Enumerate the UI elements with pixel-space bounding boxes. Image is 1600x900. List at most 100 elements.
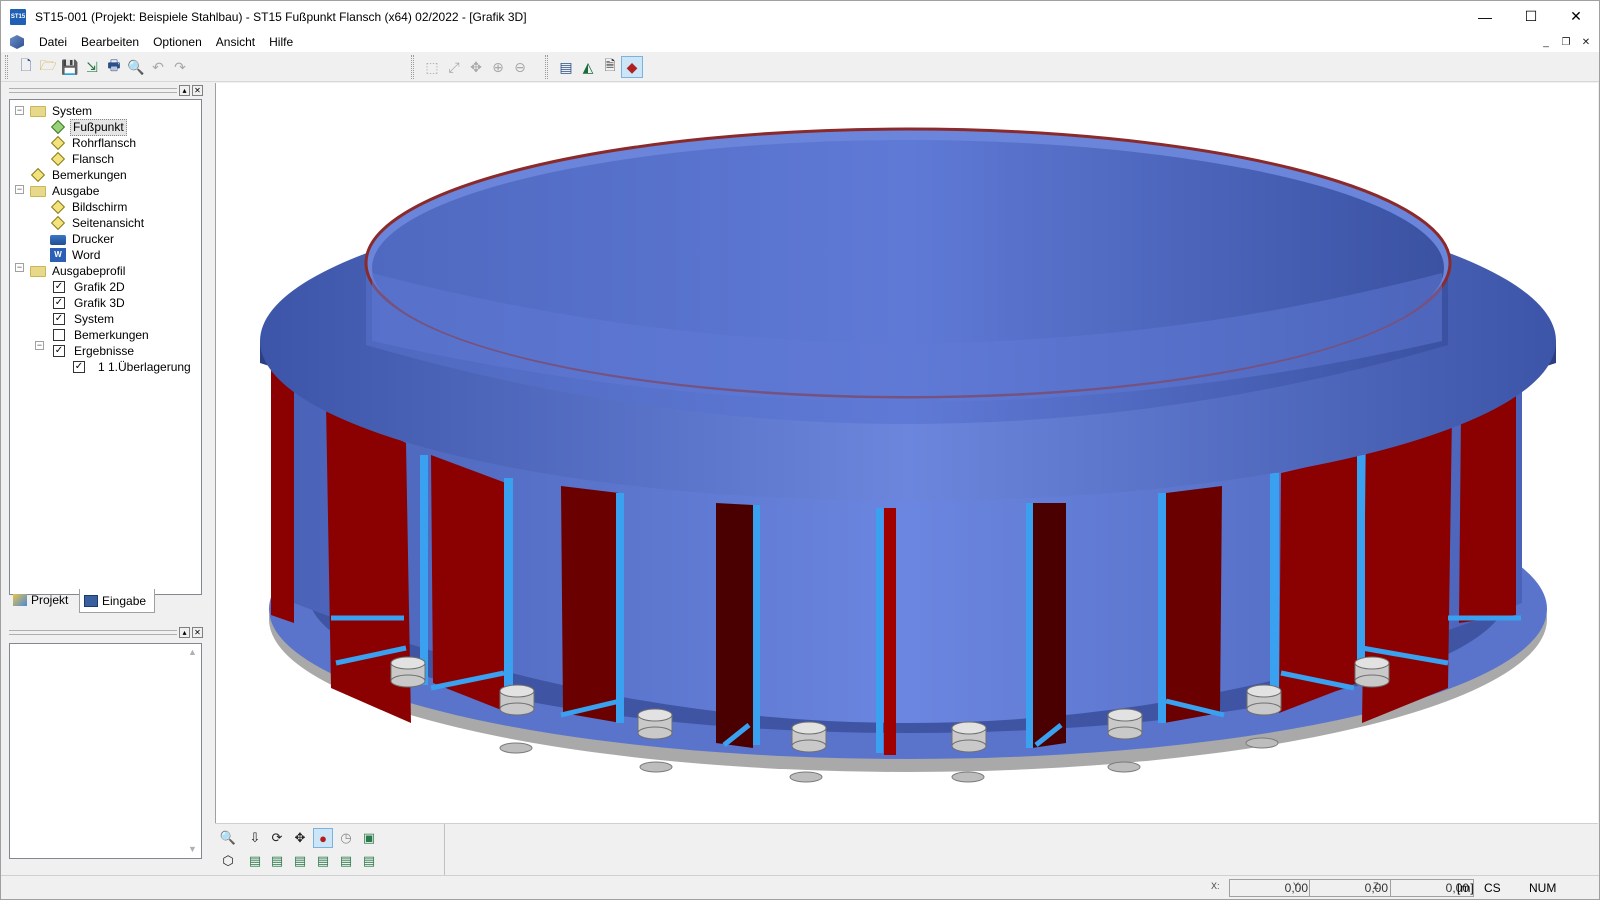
checkbox-system[interactable]: ✓ <box>53 313 65 325</box>
toolbar-grip-2[interactable] <box>411 55 414 79</box>
graphic-3d-viewport[interactable] <box>215 83 1598 823</box>
view-bottom-icon[interactable]: ▤ <box>359 851 379 871</box>
clock-icon[interactable]: ◷ <box>336 828 356 848</box>
menu-bearbeiten[interactable]: Bearbeiten <box>74 32 146 52</box>
tree-item-system-output[interactable]: ✓ System <box>53 311 116 327</box>
input-icon <box>84 594 98 607</box>
redo-icon[interactable]: ↷ <box>169 56 191 78</box>
minimize-button[interactable]: — <box>1462 1 1508 32</box>
mdi-close-button[interactable]: ✕ <box>1577 34 1595 50</box>
status-bar: X: 0,00 Y: 0,00 Z: 0,00 [m] CS NUM <box>1 875 1599 899</box>
pan-icon[interactable]: ✥ <box>465 56 487 78</box>
new-file-icon[interactable]: 🗋 <box>15 56 37 78</box>
tree-item-system[interactable]: System <box>30 103 94 119</box>
view-right-icon[interactable]: ▤ <box>313 851 333 871</box>
diamond-icon <box>50 152 66 166</box>
scroll-down-icon[interactable]: ▼ <box>184 841 201 858</box>
lower-panel-collapse-button[interactable]: ▴ <box>179 627 190 638</box>
project-tree: − − − − System Fußpunkt Rohrflansch Flan… <box>9 99 202 595</box>
expand-system-icon[interactable]: − <box>15 106 24 115</box>
pan-view-icon[interactable]: ✥ <box>290 828 310 848</box>
view-iso-icon[interactable]: ⬡ <box>218 851 238 871</box>
zoom-in-icon[interactable]: ⊕ <box>487 56 509 78</box>
lower-panel-header: ▴ ✕ <box>7 627 206 639</box>
lower-panel-close-button[interactable]: ✕ <box>192 627 203 638</box>
tree-item-ausgabe[interactable]: Ausgabe <box>30 183 101 199</box>
rotate-icon[interactable]: ⟳ <box>267 828 287 848</box>
tree-item-flansch[interactable]: Flansch <box>50 151 116 167</box>
checkbox-bemerkungen[interactable] <box>53 329 65 341</box>
view-left-icon[interactable]: ▤ <box>290 851 310 871</box>
menu-hilfe[interactable]: Hilfe <box>262 32 300 52</box>
tree-item-seitenansicht[interactable]: Seitenansicht <box>50 215 146 231</box>
tree-item-fusspunkt[interactable]: Fußpunkt <box>50 118 127 136</box>
expand-ergebnisse-icon[interactable]: − <box>35 341 44 350</box>
z-coordinate-label: Z: <box>1373 881 1381 891</box>
open-folder-icon[interactable]: 🗁 <box>37 56 59 78</box>
print-icon[interactable]: 🖶 <box>103 56 125 78</box>
undo-icon[interactable]: ↶ <box>147 56 169 78</box>
checkbox-ueberlagerung[interactable]: ✓ <box>73 361 85 373</box>
mdi-minimize-button[interactable]: _ <box>1537 34 1555 50</box>
input-window-icon[interactable]: ▤ <box>555 56 577 78</box>
export-icon[interactable]: ⇲ <box>81 56 103 78</box>
toolbar-grip[interactable] <box>5 55 8 79</box>
tab-projekt[interactable]: Projekt <box>9 589 77 611</box>
panel-collapse-button[interactable]: ▴ <box>179 85 190 96</box>
tree-item-drucker[interactable]: Drucker <box>50 231 116 247</box>
tree-item-ausgabeprofil[interactable]: Ausgabeprofil <box>30 263 127 279</box>
view-top-icon[interactable]: ▤ <box>336 851 356 871</box>
scroll-up-icon[interactable]: ▲ <box>184 644 201 661</box>
panel-grip[interactable] <box>9 88 177 93</box>
report-icon[interactable]: 🗎 <box>599 56 621 78</box>
view-back-icon[interactable]: ▤ <box>267 851 287 871</box>
window-toolbar-group: ▤ ◭ 🗎 ◆ <box>549 54 643 80</box>
diamond-icon <box>50 216 66 230</box>
printer-icon <box>50 235 66 245</box>
expand-ausgabeprofil-icon[interactable]: − <box>15 263 24 272</box>
checkbox-grafik-3d[interactable]: ✓ <box>53 297 65 309</box>
project-icon <box>13 594 27 606</box>
app-icon: ST15 <box>10 8 26 25</box>
zoom-extents-icon[interactable]: 🔍 <box>218 828 238 848</box>
view-front-icon[interactable]: ▤ <box>245 851 265 871</box>
expand-ausgabe-icon[interactable]: − <box>15 185 24 194</box>
display-settings-icon[interactable]: ▣ <box>359 828 379 848</box>
zoom-all-icon[interactable]: ⤢ <box>443 56 465 78</box>
tree-item-ueberlagerung[interactable]: ✓ 1 1.Überlagerung <box>73 359 193 375</box>
render-mode-icon[interactable]: ● <box>313 828 333 848</box>
tree-item-ergebnisse[interactable]: ✓ Ergebnisse <box>53 343 136 359</box>
tree-item-bemerkungen[interactable]: Bemerkungen <box>30 167 129 183</box>
tree-item-rohrflansch[interactable]: Rohrflansch <box>50 135 138 151</box>
checkbox-grafik-2d[interactable]: ✓ <box>53 281 65 293</box>
vertical-scrollbar[interactable]: ▲ ▼ <box>184 644 201 858</box>
zoom-window-icon[interactable]: ⬚ <box>421 56 443 78</box>
diamond-icon <box>50 120 66 134</box>
print-preview-icon[interactable]: 🔍 <box>125 56 147 78</box>
graphic-window-icon[interactable]: ◭ <box>577 56 599 78</box>
tab-eingabe[interactable]: Eingabe <box>79 589 155 613</box>
zoom-out-icon[interactable]: ⊖ <box>509 56 531 78</box>
document-icon[interactable] <box>10 35 24 49</box>
checkbox-ergebnisse[interactable]: ✓ <box>53 345 65 357</box>
menu-ansicht[interactable]: Ansicht <box>209 32 262 52</box>
view-controls-box: 🔍 ⇩ ⟳ ✥ ● ◷ ▣ ⬡ ▤ ▤ ▤ ▤ ▤ ▤ <box>215 824 445 876</box>
mdi-restore-button[interactable]: ❐ <box>1557 34 1575 50</box>
file-toolbar-group: 🗋 🗁 💾 ⇲ 🖶 🔍 ↶ ↷ <box>9 54 191 80</box>
tree-item-grafik-2d[interactable]: ✓ Grafik 2D <box>53 279 127 295</box>
graphic-3d-icon[interactable]: ◆ <box>621 56 643 78</box>
lower-panel-grip[interactable] <box>9 630 177 635</box>
menu-datei[interactable]: Datei <box>32 32 74 52</box>
menu-optionen[interactable]: Optionen <box>146 32 209 52</box>
maximize-button[interactable]: ☐ <box>1508 1 1554 32</box>
tree-item-word[interactable]: W Word <box>50 247 102 263</box>
close-button[interactable]: ✕ <box>1553 1 1599 32</box>
tree-item-grafik-3d[interactable]: ✓ Grafik 3D <box>53 295 127 311</box>
tree-item-bemerkungen-output[interactable]: Bemerkungen <box>53 327 151 343</box>
tree-item-bildschirm[interactable]: Bildschirm <box>50 199 129 215</box>
panel-close-button[interactable]: ✕ <box>192 85 203 96</box>
move-down-icon[interactable]: ⇩ <box>245 828 265 848</box>
panel-header: ▴ ✕ <box>7 85 206 97</box>
save-icon[interactable]: 💾 <box>59 56 81 78</box>
toolbar-grip-3[interactable] <box>545 55 548 79</box>
